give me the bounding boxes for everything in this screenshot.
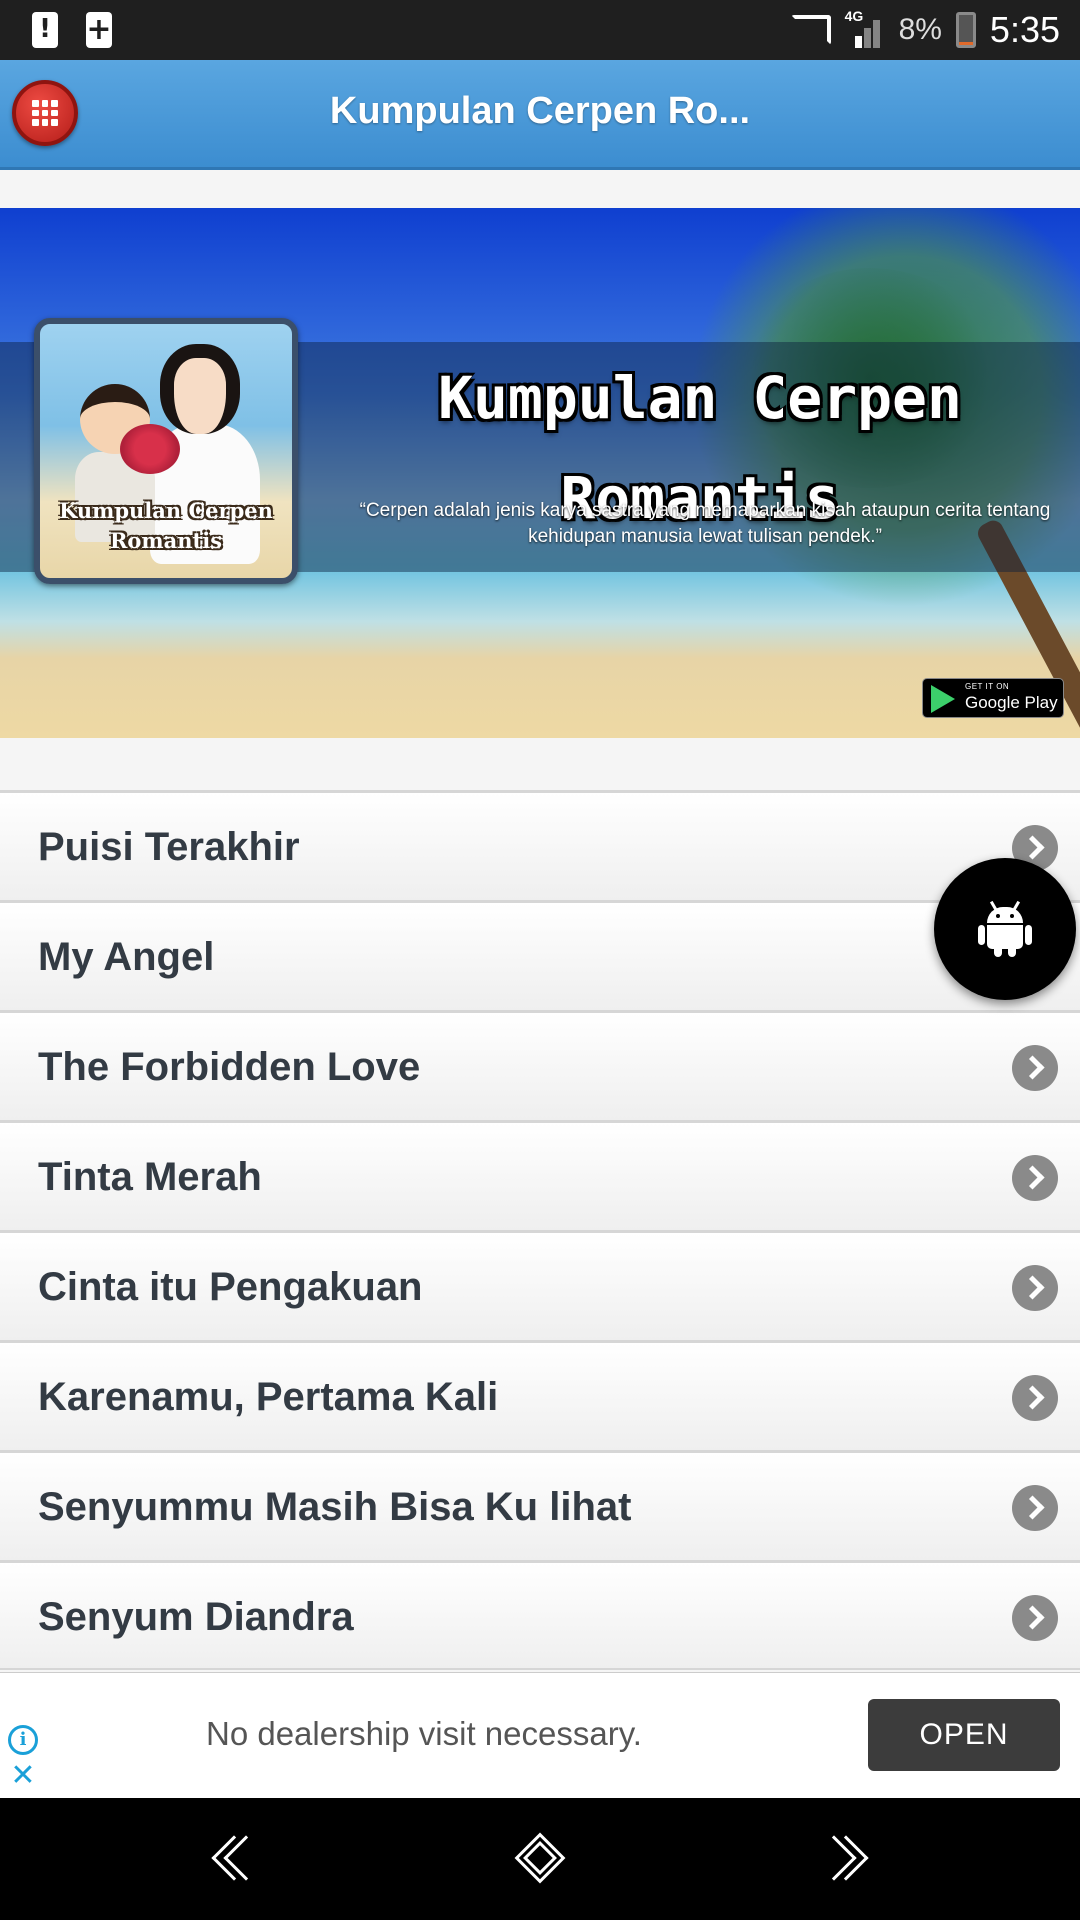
close-icon[interactable]: ✕: [8, 1761, 38, 1791]
list-item-label: Tinta Merah: [38, 1155, 262, 1199]
thumbnail-caption: Kumpulan Cerpen Romantis: [59, 498, 273, 553]
list-item-label: Senyummu Masih Bisa Ku lihat: [38, 1485, 632, 1529]
network-type-label: 4G: [844, 8, 864, 24]
chevron-right-icon: [1012, 1265, 1058, 1311]
ad-banner[interactable]: i ✕ No dealership visit necessary. OPEN: [0, 1672, 1080, 1798]
list-item[interactable]: Tinta Merah: [0, 1120, 1080, 1230]
list-item[interactable]: Cinta itu Pengakuan: [0, 1230, 1080, 1340]
app-thumbnail: Kumpulan Cerpen Romantis: [34, 318, 298, 584]
page-title: Kumpulan Cerpen Ro...: [329, 90, 751, 132]
banner-title-line1: Kumpulan Cerpen: [438, 364, 962, 432]
ad-open-button[interactable]: OPEN: [868, 1699, 1060, 1771]
back-icon[interactable]: [208, 1834, 269, 1884]
badge-small-text: GET IT ON: [965, 682, 1010, 691]
info-icon[interactable]: i: [8, 1725, 38, 1755]
banner-quote: “Cerpen adalah jenis karya sastra yang m…: [359, 500, 1051, 547]
forward-icon[interactable]: [811, 1834, 869, 1884]
status-bar: 4G 8% 5:35: [0, 0, 1080, 60]
chevron-right-icon: [1012, 1595, 1058, 1641]
list-item-label: Karenamu, Pertama Kali: [38, 1375, 499, 1419]
battery-percent: 8%: [898, 13, 942, 46]
chevron-right-icon: [1012, 1485, 1058, 1531]
list-item[interactable]: Karenamu, Pertama Kali: [0, 1340, 1080, 1450]
list-item[interactable]: The Forbidden Love: [0, 1010, 1080, 1120]
grid-menu-icon: [32, 100, 58, 126]
story-list: Puisi Terakhir My Angel The Forbidden Lo…: [0, 790, 1080, 1670]
cast-icon: [790, 15, 831, 45]
signal-icon: 4G: [845, 8, 885, 48]
add-notification-icon: [86, 12, 112, 48]
android-fab-button[interactable]: [934, 858, 1076, 1000]
chevron-right-icon: [1012, 1155, 1058, 1201]
ad-text: No dealership visit necessary.: [206, 1715, 642, 1752]
chevron-right-icon: [1012, 1375, 1058, 1421]
home-icon[interactable]: [514, 1832, 566, 1884]
header-banner: Kumpulan Cerpen Romantis Kumpulan Cerpen…: [0, 208, 1080, 738]
list-item-label: Puisi Terakhir: [38, 825, 300, 869]
badge-store-name: Google Play: [965, 693, 1058, 712]
list-item[interactable]: Senyum Diandra: [0, 1560, 1080, 1670]
list-item[interactable]: Puisi Terakhir: [0, 790, 1080, 900]
list-item[interactable]: Senyummu Masih Bisa Ku lihat: [0, 1450, 1080, 1560]
list-item-label: Cinta itu Pengakuan: [38, 1265, 423, 1309]
android-icon: [978, 900, 1032, 957]
google-play-badge[interactable]: GET IT ON Google Play: [922, 678, 1064, 718]
list-item-label: Senyum Diandra: [38, 1595, 354, 1639]
battery-icon: [955, 12, 976, 48]
list-item-label: The Forbidden Love: [38, 1045, 421, 1089]
clock: 5:35: [989, 9, 1060, 50]
list-item-label: My Angel: [38, 935, 215, 979]
list-item[interactable]: My Angel: [0, 900, 1080, 1010]
menu-button[interactable]: [12, 80, 78, 146]
navigation-bar: [0, 1798, 1080, 1920]
app-bar: Kumpulan Cerpen Ro...: [0, 60, 1080, 170]
alert-icon: [32, 12, 58, 48]
google-play-icon: [931, 685, 955, 713]
chevron-right-icon: [1012, 1045, 1058, 1091]
